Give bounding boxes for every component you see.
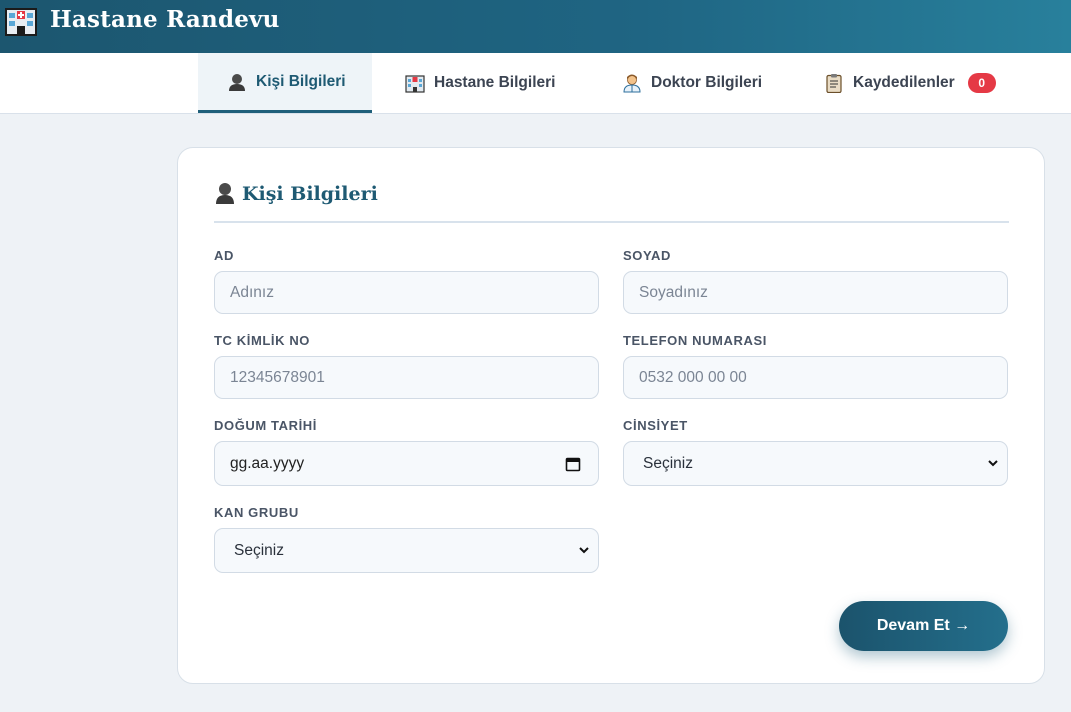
tab-label: Doktor Bilgileri bbox=[651, 74, 763, 91]
dogum-date-input[interactable]: gg.aa.yyyy bbox=[214, 441, 599, 486]
selected-value: Seçiniz bbox=[643, 454, 693, 472]
tab-label: Hastane Bilgileri bbox=[434, 74, 556, 91]
app-header: Hastane Randevu bbox=[0, 0, 1071, 53]
kan-label: KAN GRUBU bbox=[214, 505, 299, 520]
saved-count-badge: 0 bbox=[967, 73, 996, 93]
date-placeholder: gg.aa.yyyy bbox=[230, 454, 305, 472]
soyad-label: SOYAD bbox=[623, 248, 672, 263]
kan-grubu-select[interactable]: Seçiniz bbox=[214, 528, 599, 573]
card-header: Kişi Bilgileri bbox=[214, 181, 1009, 223]
continue-button[interactable]: Devam Et → bbox=[839, 601, 1008, 651]
tab-hastane-bilgileri[interactable]: Hastane Bilgileri bbox=[405, 53, 555, 113]
tab-kisi-bilgileri[interactable]: Kişi Bilgileri bbox=[198, 53, 372, 113]
ad-label: AD bbox=[214, 248, 234, 263]
tab-bar: Kişi Bilgileri Hastane Bilgileri Doktor … bbox=[0, 53, 1071, 114]
cinsiyet-label: CİNSİYET bbox=[623, 418, 688, 433]
ad-input[interactable] bbox=[214, 271, 599, 314]
cinsiyet-select[interactable]: Seçiniz bbox=[623, 441, 1008, 486]
chevron-down-icon bbox=[988, 460, 998, 467]
card-title: Kişi Bilgileri bbox=[242, 183, 378, 205]
person-icon bbox=[216, 183, 234, 204]
tab-label: Kişi Bilgileri bbox=[256, 72, 346, 90]
tc-input[interactable] bbox=[214, 356, 599, 399]
person-info-card: Kişi Bilgileri AD SOYAD TC KİMLİK NO TEL… bbox=[177, 147, 1045, 684]
calendar-icon[interactable] bbox=[565, 456, 581, 472]
tab-kaydedilenler[interactable]: Kaydedilenler 0 bbox=[824, 53, 996, 113]
hospital-logo-icon bbox=[5, 8, 37, 36]
tc-label: TC KİMLİK NO bbox=[214, 333, 311, 348]
hospital-icon bbox=[405, 75, 425, 93]
doctor-icon bbox=[623, 74, 641, 93]
tab-doktor-bilgileri[interactable]: Doktor Bilgileri bbox=[622, 53, 762, 113]
soyad-input[interactable] bbox=[623, 271, 1008, 314]
selected-value: Seçiniz bbox=[234, 541, 284, 559]
tab-label: Kaydedilenler bbox=[853, 74, 955, 91]
dogum-label: DOĞUM TARİHİ bbox=[214, 418, 318, 433]
telefon-input[interactable] bbox=[623, 356, 1008, 399]
clipboard-icon bbox=[826, 74, 842, 93]
chevron-down-icon bbox=[579, 547, 589, 554]
telefon-label: TELEFON NUMARASI bbox=[623, 333, 767, 348]
app-title: Hastane Randevu bbox=[50, 6, 280, 33]
person-icon bbox=[229, 73, 245, 91]
